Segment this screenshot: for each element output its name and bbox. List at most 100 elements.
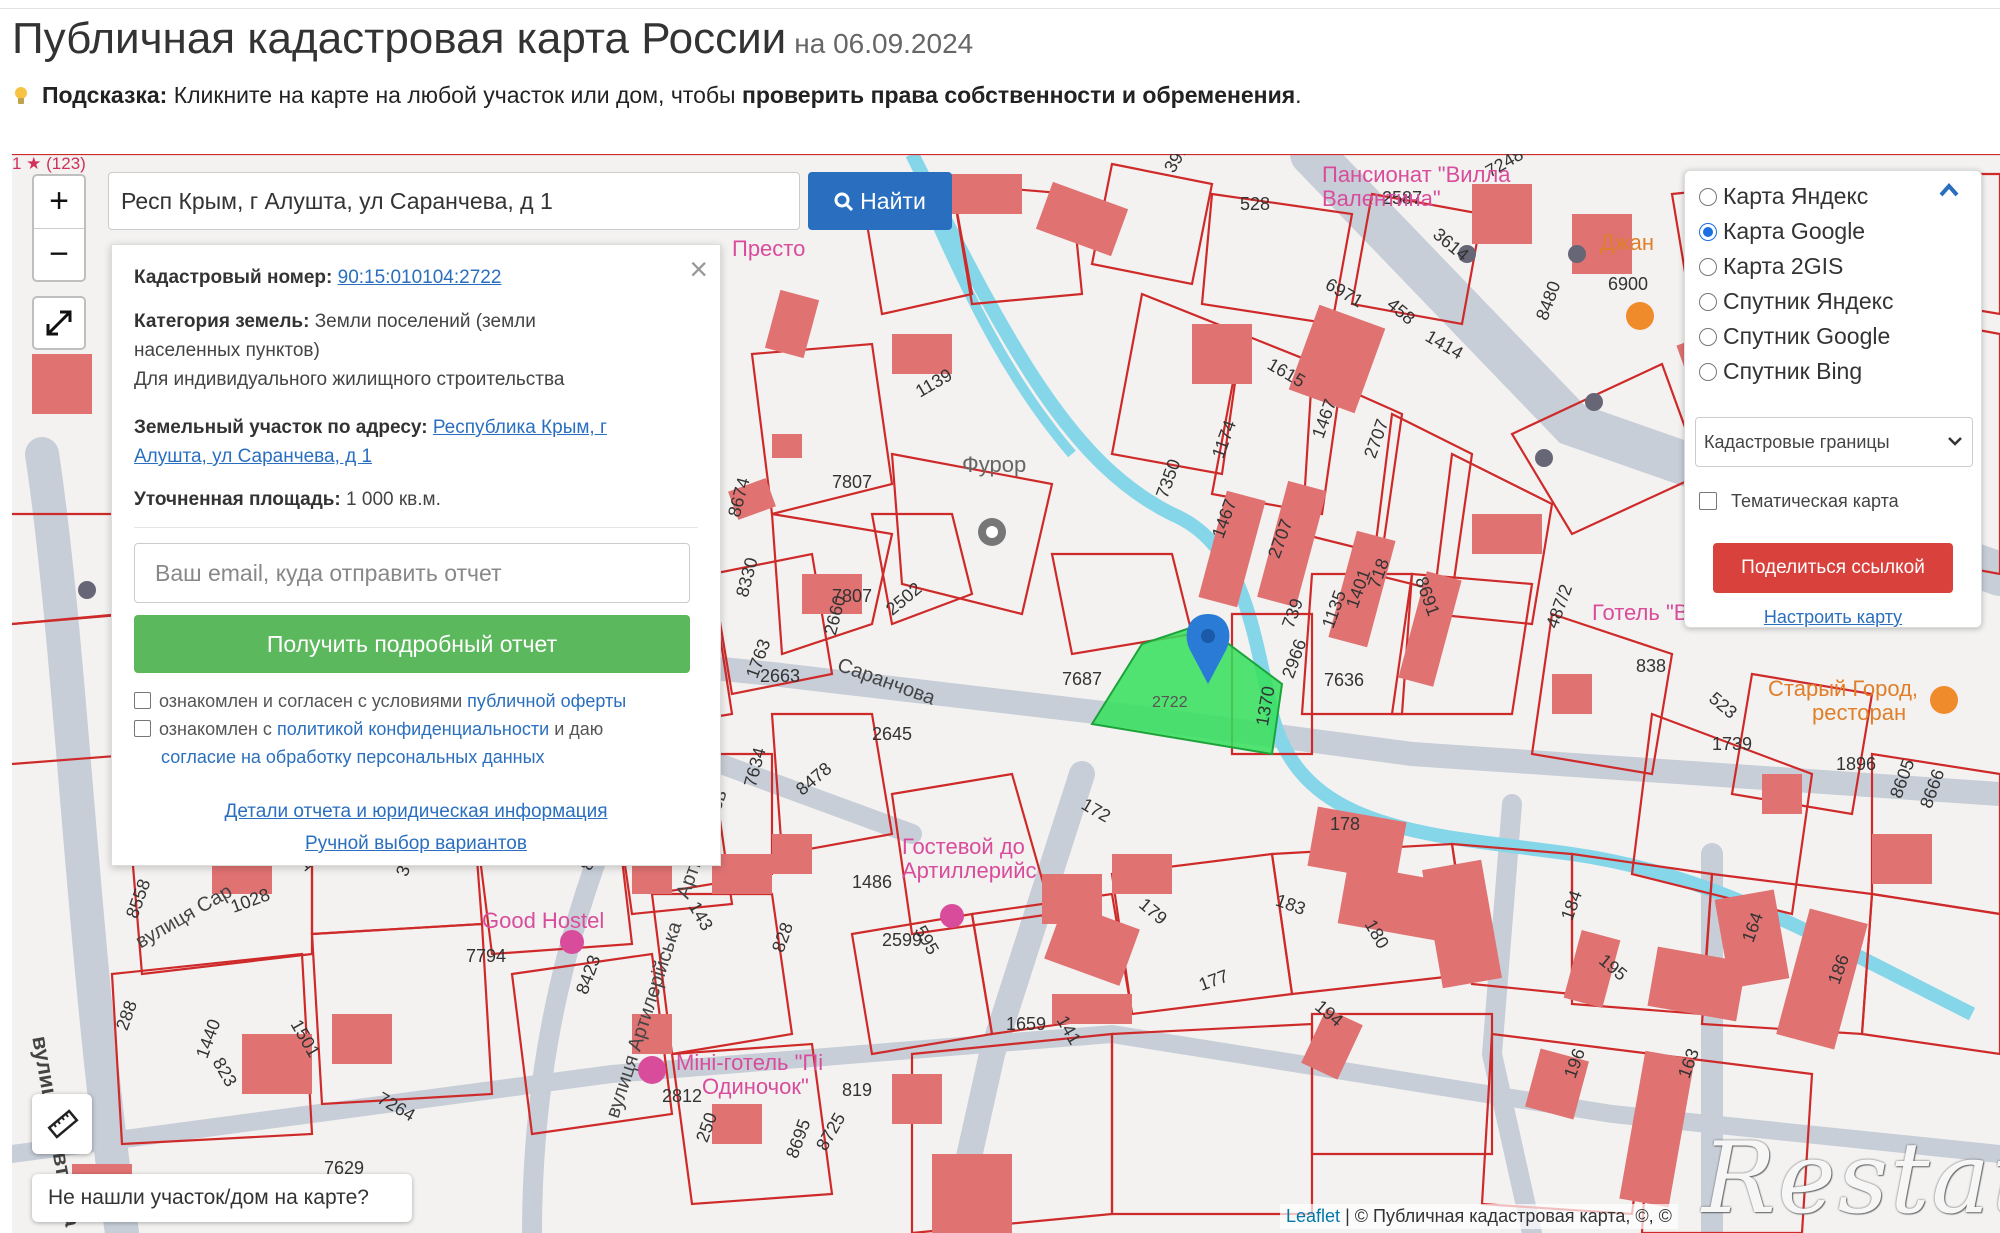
overlay-select-value: Кадастровые границы — [1704, 432, 1890, 452]
privacy-link[interactable]: политикой конфиденциальности — [277, 719, 549, 739]
offer-text: ознакомлен и согласен с условиями — [159, 691, 463, 711]
parcel-number-label: 1739 — [1712, 734, 1753, 754]
thematic-checkbox[interactable] — [1699, 492, 1717, 510]
chevron-up-icon[interactable] — [1939, 183, 1959, 197]
layer-label: Карта Яндекс — [1723, 183, 1869, 209]
privacy-tail: и даю — [554, 719, 604, 739]
cadastral-number-link[interactable]: 90:15:010104:2722 — [338, 267, 502, 288]
thematic-label: Тематическая карта — [1731, 491, 1899, 511]
email-field[interactable]: Ваш email, куда отправить отчет — [134, 543, 690, 603]
poi-mini-hotel[interactable]: Міні-готель "Пі — [676, 1050, 823, 1076]
poi-guesthouse-2: Артиллерийс — [902, 858, 1037, 883]
hint-label: Подсказка: — [42, 82, 168, 108]
top-divider — [0, 8, 2000, 9]
parcel-number-label: 528 — [1240, 194, 1271, 214]
ruler-icon — [47, 1109, 79, 1139]
search-icon — [834, 192, 854, 212]
parcel-number-label: 2645 — [872, 724, 913, 744]
hint-bar: Подсказка: Кликните на карте на любой уч… — [14, 82, 1302, 109]
overlay-select[interactable]: Кадастровые границы — [1695, 417, 1973, 467]
parcel-number-label: 178 — [1330, 814, 1361, 834]
layer-label: Спутник Яндекс — [1723, 288, 1894, 314]
layer-bing-satellite[interactable]: Спутник Bing — [1699, 356, 1862, 386]
cadastral-number-row: Кадастровый номер: 90:15:010104:2722 — [134, 263, 698, 292]
parcel-number-label: 819 — [842, 1080, 873, 1100]
cat-label: Категория земель: — [134, 311, 310, 332]
parcel-number-label: 7794 — [466, 946, 507, 966]
report-details-link[interactable]: Детали отчета и юридическая информация — [112, 801, 720, 823]
customize-map-link[interactable]: Настроить карту — [1685, 607, 1981, 628]
layer-2gis-map[interactable]: Карта 2GIS — [1699, 251, 1843, 281]
parcel-number-label: 6900 — [1608, 274, 1649, 294]
leaflet-link[interactable]: Leaflet — [1286, 1206, 1340, 1226]
fullscreen-button[interactable] — [32, 296, 86, 350]
radio[interactable] — [1699, 328, 1717, 346]
parcel-number-label: 1896 — [1836, 754, 1877, 774]
attribution-text: | © Публичная кадастровая карта, ©, © — [1345, 1206, 1672, 1226]
parcel-number-label: 2812 — [662, 1086, 703, 1106]
poi-guesthouse[interactable]: Гостевой до — [902, 834, 1025, 860]
share-link-button[interactable]: Поделиться ссылкой — [1713, 543, 1953, 593]
poi-presto[interactable]: Престо — [732, 236, 805, 262]
search-button-label: Найти — [860, 188, 926, 214]
use-value: Для индивидуального жилищного строительс… — [134, 369, 565, 390]
poi-good-hostel[interactable]: Good Hostel — [482, 908, 604, 934]
parcel-number-label: 7687 — [1062, 669, 1103, 689]
address-search-input[interactable]: Респ Крым, г Алушта, ул Саранчева, д 1 — [108, 172, 800, 230]
layer-yandex-satellite[interactable]: Спутник Яндекс — [1699, 286, 1893, 316]
radio[interactable] — [1699, 293, 1717, 311]
cadastral-map[interactable]: 1 ★ (123) 7807 7807 2502 2660 2663 2645 7687 83… — [12, 154, 2000, 1233]
parcel-number-label: 1486 — [852, 872, 893, 892]
area-row: Уточненная площадь: 1 000 кв.м. — [134, 485, 698, 514]
radio[interactable] — [1699, 188, 1717, 206]
category-row: Категория земель: Земли поселений (земли… — [134, 307, 698, 394]
poi-hotel-v[interactable]: Готель "В — [1592, 600, 1688, 626]
lightbulb-icon — [15, 87, 27, 104]
consent-link[interactable]: согласие на обработку персональных данны… — [161, 747, 545, 767]
parcel-number-label: 838 — [1636, 656, 1667, 676]
radio-selected[interactable] — [1699, 223, 1717, 241]
poi-djan[interactable]: Джан — [1600, 230, 1654, 256]
expand-icon — [46, 310, 72, 336]
layer-google-satellite[interactable]: Спутник Google — [1699, 321, 1890, 351]
divider — [134, 527, 698, 528]
poi-old-town[interactable]: Старый Город, — [1768, 676, 1918, 702]
manual-choice-link[interactable]: Ручной выбор вариантов — [112, 833, 720, 855]
thematic-map-toggle[interactable]: Тематическая карта — [1699, 491, 1899, 512]
poi-old-town-restaurant: ресторан — [1812, 700, 1907, 725]
layer-label: Спутник Google — [1723, 323, 1891, 349]
radio[interactable] — [1699, 363, 1717, 381]
not-found-button[interactable]: Не нашли участок/дом на карте? — [32, 1174, 412, 1222]
zoom-in-button[interactable]: + — [34, 176, 84, 228]
cat-value-2: населенных пунктов) — [134, 340, 320, 361]
zoom-out-button[interactable]: − — [34, 228, 84, 280]
cad-label: Кадастровый номер: — [134, 267, 333, 288]
poi-furor[interactable]: Фурор — [962, 452, 1026, 478]
parcel-number-label: 7636 — [1324, 670, 1365, 690]
title-text: Публичная кадастровая карта России — [12, 14, 787, 63]
offer-checkbox[interactable] — [134, 692, 151, 709]
hint-emphasis: проверить права собственности и обремене… — [741, 82, 1296, 108]
title-date: на 06.09.2024 — [794, 28, 974, 59]
offer-link[interactable]: публичной оферты — [467, 691, 626, 711]
radio[interactable] — [1699, 258, 1717, 276]
poi-mini-hotel-2: Одиночок" — [702, 1074, 809, 1099]
parcel-number-label: 7807 — [832, 472, 873, 492]
privacy-checkbox[interactable] — [134, 720, 151, 737]
measure-button[interactable] — [32, 1094, 92, 1154]
poi-pension[interactable]: Пансионат "Вилла — [1322, 162, 1511, 188]
address-link-1[interactable]: Республика Крым, г — [433, 417, 607, 438]
layer-label: Карта Google — [1723, 218, 1866, 244]
chevron-down-icon — [1948, 437, 1962, 446]
layer-google-map[interactable]: Карта Google — [1699, 216, 1865, 246]
addr-label: Земельный участок по адресу: — [134, 417, 428, 438]
get-report-button[interactable]: Получить подробный отчет — [134, 615, 690, 673]
rating-badge: 1 ★ (123) — [12, 154, 86, 173]
parcel-number-label: 1659 — [1006, 1014, 1047, 1034]
search-button[interactable]: Найти — [808, 172, 952, 230]
address-link-2[interactable]: Алушта, ул Саранчева, д 1 — [134, 446, 372, 467]
layer-yandex-map[interactable]: Карта Яндекс — [1699, 181, 1868, 211]
cat-value-1: Земли поселений (земли — [314, 311, 536, 332]
restate-watermark: Restate — [1702, 1122, 2000, 1233]
area-value: 1 000 кв.м. — [346, 489, 441, 510]
